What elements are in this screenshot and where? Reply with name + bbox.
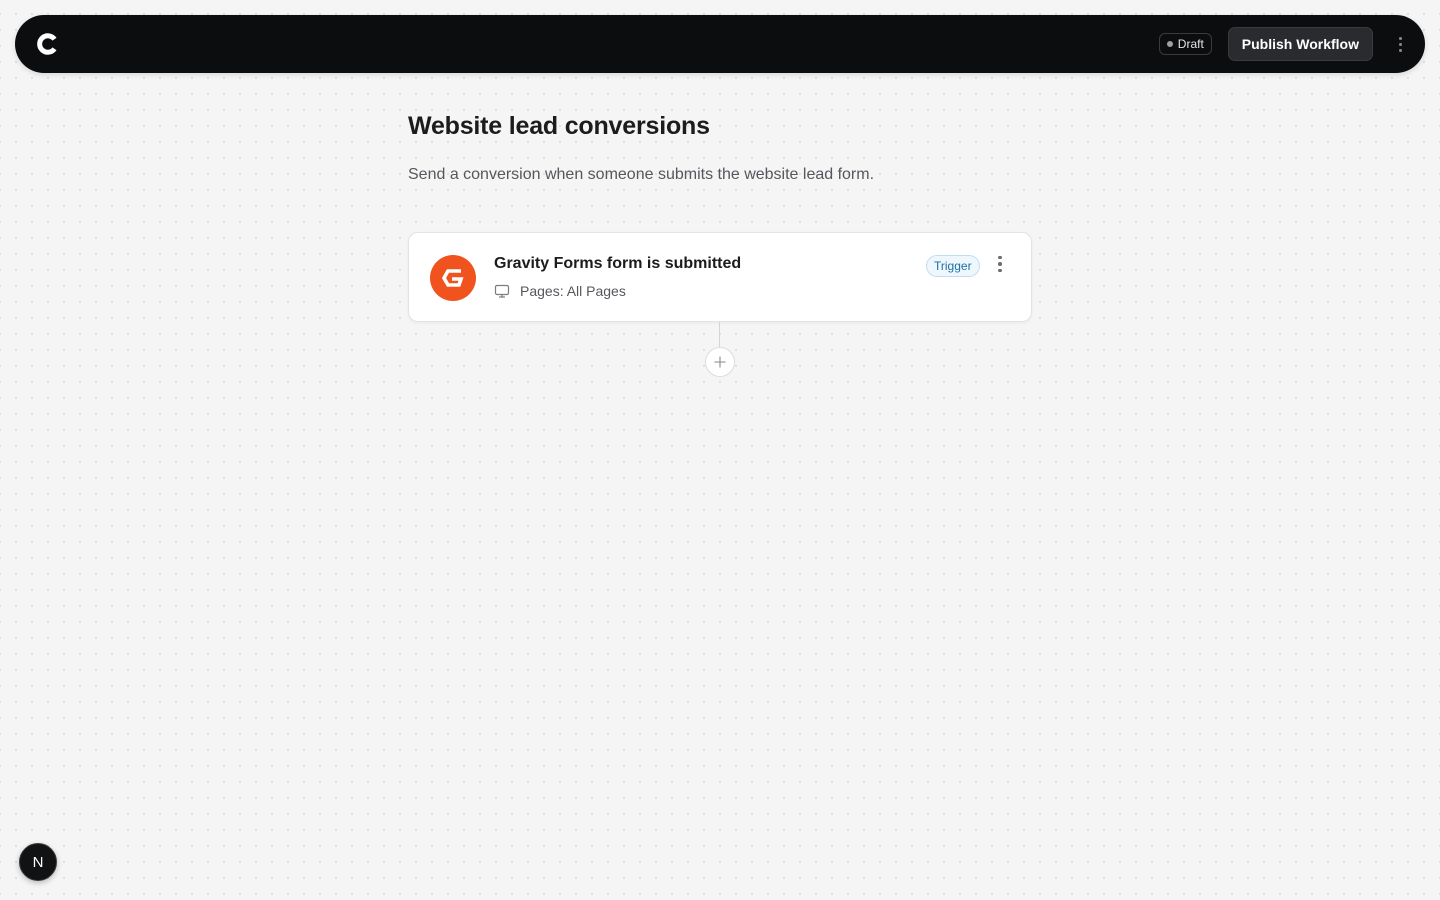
dev-tools-badge-label: N: [32, 853, 44, 871]
trigger-badge: Trigger: [926, 255, 980, 277]
step-connector: [719, 322, 720, 348]
gravity-forms-icon: [430, 255, 476, 301]
trigger-meta: Pages: All Pages: [494, 283, 626, 299]
trigger-meta-label: Pages: All Pages: [520, 283, 626, 299]
c-logo-icon[interactable]: [35, 31, 61, 57]
plus-icon: [714, 356, 726, 368]
trigger-title: Gravity Forms form is submitted: [494, 255, 742, 272]
top-bar-actions: Draft Publish Workflow: [1158, 27, 1409, 61]
kebab-vertical-icon[interactable]: [1391, 32, 1409, 56]
dev-tools-badge[interactable]: N: [19, 843, 57, 881]
publish-workflow-button[interactable]: Publish Workflow: [1227, 27, 1373, 61]
add-step-button[interactable]: [705, 347, 735, 377]
trigger-card[interactable]: Gravity Forms form is submitted Pages: A…: [408, 232, 1032, 322]
kebab-vertical-icon[interactable]: [993, 253, 1007, 275]
page-description: Send a conversion when someone submits t…: [408, 166, 875, 183]
status-badge-label: Draft: [1177, 37, 1204, 51]
status-dot-icon: [1166, 41, 1173, 47]
monitor-icon: [494, 283, 510, 299]
page-title: Website lead conversions: [408, 112, 710, 140]
top-bar: Draft Publish Workflow: [15, 15, 1425, 73]
status-badge: Draft: [1158, 33, 1212, 55]
